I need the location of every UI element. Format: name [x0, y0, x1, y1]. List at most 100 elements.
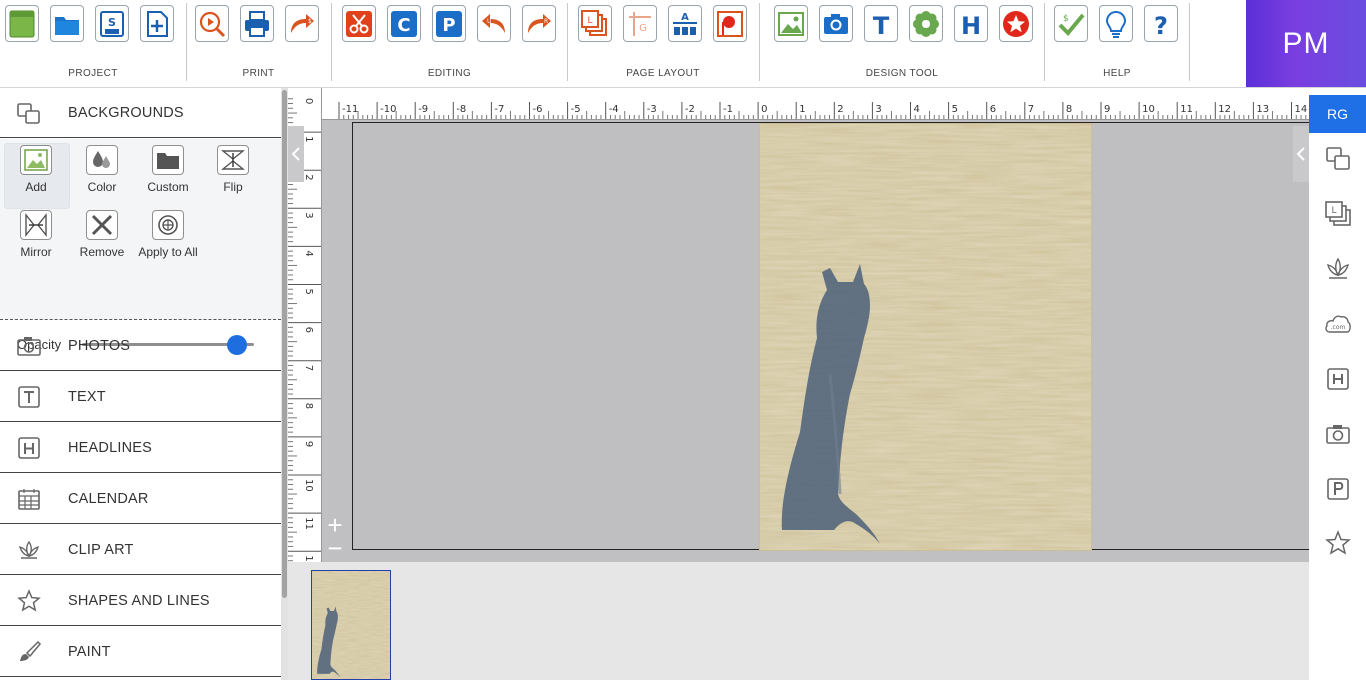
scissors-icon: [346, 10, 372, 37]
rg-tab[interactable]: RG: [1309, 95, 1366, 133]
color-drops-icon: [93, 151, 110, 168]
ruler-tick-label: 11: [1180, 104, 1193, 115]
color-background-button[interactable]: Color: [72, 145, 132, 194]
svg-text:L: L: [1331, 206, 1336, 216]
layers-button[interactable]: L: [578, 5, 612, 42]
section-shapes-and-lines[interactable]: SHAPES AND LINES: [0, 576, 281, 626]
user-avatar-tile[interactable]: PM: [1246, 0, 1366, 87]
add-shape-button[interactable]: [999, 5, 1033, 42]
add-text-button[interactable]: T: [864, 5, 898, 42]
guides-button[interactable]: G: [623, 5, 657, 42]
page-thumbnail-image: [312, 571, 390, 679]
layers-icon: L: [1325, 201, 1351, 226]
collapse-right-panel-tab[interactable]: [1293, 126, 1309, 182]
add-photo-button[interactable]: [819, 5, 853, 42]
rail-photos-button[interactable]: [1323, 419, 1353, 449]
ruler-tick-label: 0: [303, 98, 314, 104]
tips-button[interactable]: [1099, 5, 1133, 42]
cut-button[interactable]: [342, 5, 376, 42]
undo-button[interactable]: U: [477, 5, 511, 42]
design-tool-group: T H DESIGN TOOL: [760, 0, 1044, 88]
align-icon: A: [673, 12, 697, 35]
rail-shapes-button[interactable]: [1323, 529, 1353, 559]
rail-layers-button[interactable]: L: [1323, 199, 1353, 229]
add-background-button[interactable]: Add: [6, 145, 66, 194]
design-page[interactable]: [760, 124, 1091, 550]
section-photos[interactable]: PHOTOS: [0, 321, 281, 371]
folder-icon: [55, 16, 79, 35]
order-print-button[interactable]: $: [285, 5, 319, 42]
add-page-icon: [147, 10, 168, 37]
ruler-tick-label: -4: [609, 104, 619, 115]
ruler-tick-label: -11: [342, 104, 358, 115]
page-thumbnail[interactable]: [311, 570, 391, 680]
apply-to-all-button[interactable]: Apply to All: [138, 210, 198, 259]
print-preview-button[interactable]: [195, 5, 229, 42]
custom-background-button[interactable]: Custom: [138, 145, 198, 194]
rail-headlines-button[interactable]: [1323, 364, 1353, 394]
order-button[interactable]: $: [1054, 5, 1088, 42]
rail-clipart-button[interactable]: [1323, 254, 1353, 284]
chevron-left-icon: [291, 147, 300, 161]
page-layout-group: L G A PAGE LAYOUT: [568, 0, 758, 88]
ruler-tick-label: 9: [303, 441, 314, 447]
section-headlines[interactable]: HEADLINES: [0, 423, 281, 473]
ruler-tick-label: -3: [647, 104, 657, 115]
add-label: Add: [25, 180, 47, 194]
ruler-tick-label: 11: [303, 517, 314, 530]
ruler-tick-label: -5: [571, 104, 581, 115]
horizontal-ruler: -11 -10 -9 -8 -7 -6 -5 -4 -3 -2 -1 0 1 2 3 4 5 6 7 8 9 10 11 12…: [322, 88, 1309, 120]
print-button[interactable]: [240, 5, 274, 42]
paste-button[interactable]: P: [432, 5, 466, 42]
help-button[interactable]: ?: [1144, 5, 1178, 42]
section-label: BACKGROUNDS: [68, 104, 184, 121]
section-text[interactable]: TEXT: [0, 372, 281, 422]
scrollbar-thumb[interactable]: [282, 90, 287, 598]
layers-icon: L: [581, 9, 607, 36]
design-tool-group-label: DESIGN TOOL: [865, 68, 939, 79]
svg-text:$: $: [308, 18, 312, 25]
printer-icon: [245, 10, 269, 37]
page-thumbnail-strip: [288, 562, 1309, 680]
add-clipart-button[interactable]: [909, 5, 943, 42]
save-project-button[interactable]: S: [95, 5, 129, 42]
mirror-label: Mirror: [20, 245, 52, 259]
section-paint[interactable]: PAINT: [0, 627, 281, 677]
print-group-label: PRINT: [242, 68, 275, 79]
left-panel-scrollbar[interactable]: [281, 88, 288, 680]
ruler-tick-label: 2: [837, 104, 843, 115]
svg-text:C: C: [397, 15, 410, 36]
custom-label: Custom: [147, 180, 189, 194]
remove-background-button[interactable]: Remove: [72, 210, 132, 259]
zoom-out-button[interactable]: −: [322, 535, 348, 561]
section-calendar[interactable]: CALENDAR: [0, 474, 281, 524]
align-button[interactable]: A: [668, 5, 702, 42]
ruler-tick-label: -8: [456, 104, 466, 115]
open-project-button[interactable]: [50, 5, 84, 42]
redo-button[interactable]: R: [522, 5, 556, 42]
ruler-tick-label: 2: [303, 174, 314, 180]
page-flag-button[interactable]: [713, 5, 747, 42]
ruler-tick-label: 4: [914, 104, 920, 115]
ruler-tick-label: -7: [494, 104, 504, 115]
flower-icon: [913, 10, 939, 37]
copy-button[interactable]: C: [387, 5, 421, 42]
section-clip-art[interactable]: CLIP ART: [0, 525, 281, 575]
rail-paste-button[interactable]: [1323, 474, 1353, 504]
cat-on-parchment-image: [760, 124, 1091, 550]
rail-web-button[interactable]: .com: [1323, 309, 1353, 339]
mirror-background-button[interactable]: Mirror: [6, 210, 66, 259]
new-project-button[interactable]: [5, 5, 39, 42]
editing-group-label: EDITING: [427, 68, 472, 79]
ruler-tick-label: 5: [303, 289, 314, 295]
rail-backgrounds-button[interactable]: [1323, 144, 1353, 174]
lotus-icon: [16, 538, 42, 562]
collapse-left-panel-tab[interactable]: [288, 126, 304, 182]
add-image-button[interactable]: [774, 5, 808, 42]
add-headline-button[interactable]: H: [954, 5, 988, 42]
add-page-button[interactable]: [140, 5, 174, 42]
section-backgrounds[interactable]: BACKGROUNDS: [0, 88, 281, 138]
svg-text:T: T: [873, 12, 890, 39]
flip-background-button[interactable]: Flip: [203, 145, 263, 194]
ruler-tick-label: 10: [1142, 104, 1155, 115]
